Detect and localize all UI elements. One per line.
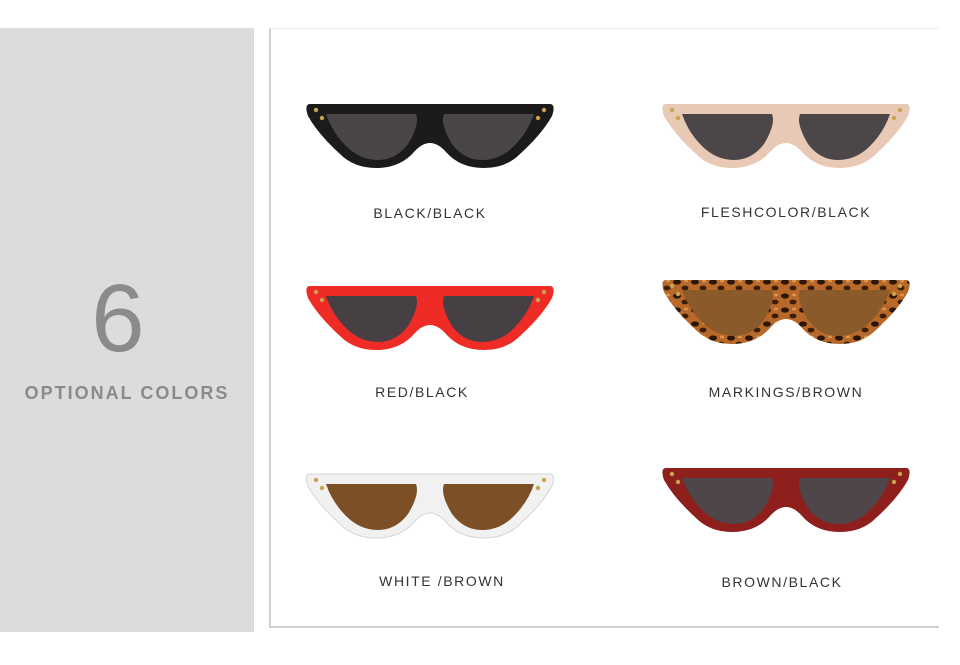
variant-brown-black[interactable]: BROWN/BLACK	[636, 452, 936, 602]
color-count: 6	[91, 265, 145, 372]
variant-red-black[interactable]: RED/BLACK	[280, 270, 580, 420]
variant-white-brown[interactable]: WHITE /BROWN	[280, 458, 580, 608]
variant-label: WHITE /BROWN	[379, 573, 505, 589]
variant-label: BROWN/BLACK	[721, 574, 843, 590]
side-panel: 6 OPTIONAL COLORS	[0, 28, 254, 632]
sunglasses-image	[306, 286, 554, 350]
variant-label: MARKINGS/BROWN	[708, 384, 864, 400]
variant-label: BLACK/BLACK	[373, 205, 487, 221]
panel-title: OPTIONAL COLORS	[24, 383, 230, 403]
variant-label: RED/BLACK	[375, 384, 469, 400]
sunglasses-image	[662, 280, 910, 344]
sunglasses-image	[306, 104, 554, 168]
sunglasses-image	[662, 104, 910, 168]
variant-fleshcolor-black[interactable]: FLESHCOLOR/BLACK	[636, 88, 936, 238]
variant-markings-brown[interactable]: MARKINGS/BROWN	[636, 264, 936, 414]
sunglasses-image	[662, 468, 910, 532]
variant-black-black[interactable]: BLACK/BLACK	[280, 88, 580, 238]
variant-label: FLESHCOLOR/BLACK	[700, 204, 872, 220]
sunglasses-image	[305, 473, 555, 539]
